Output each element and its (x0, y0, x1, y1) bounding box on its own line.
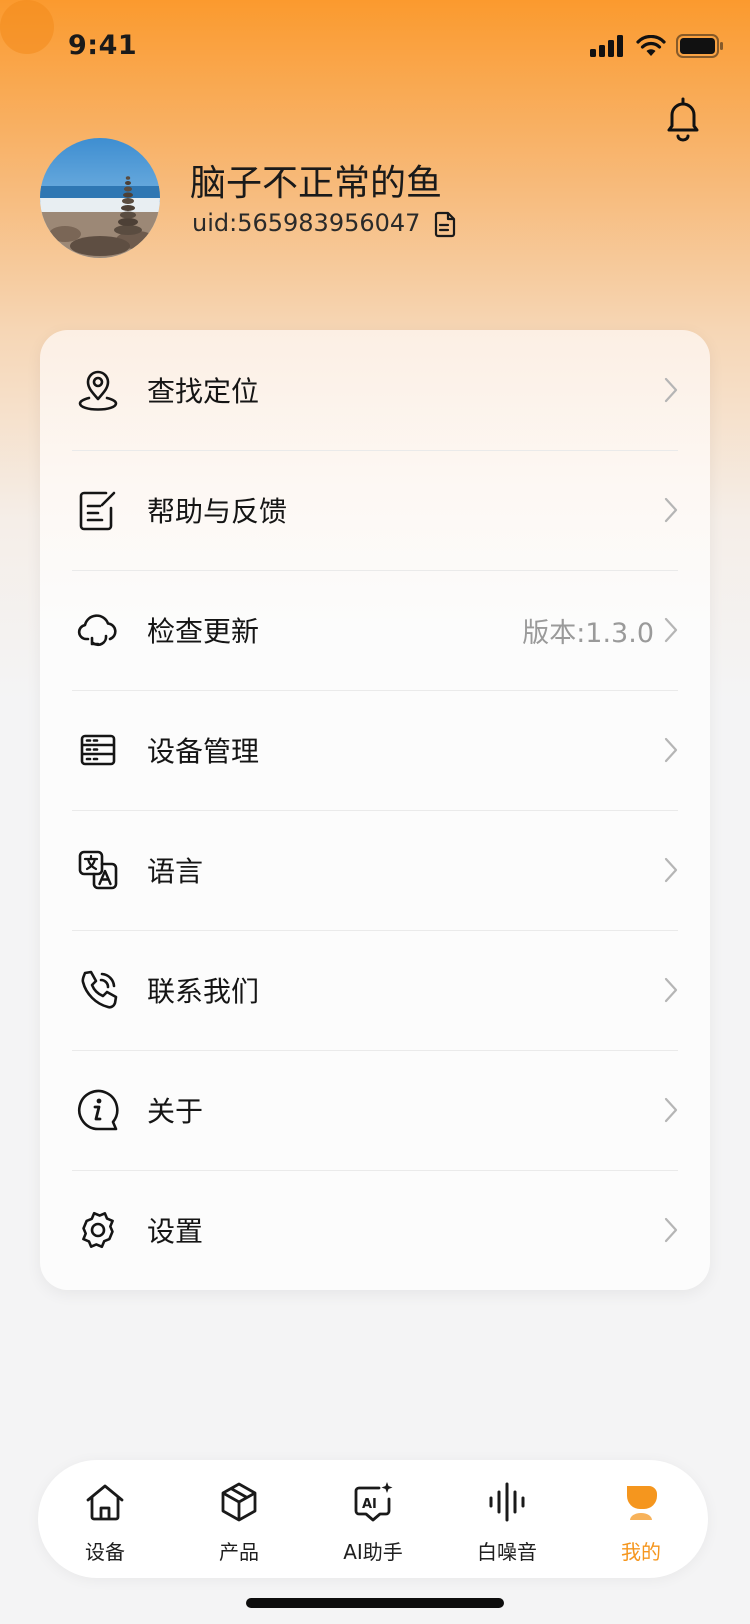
menu-label: 帮助与反馈 (147, 495, 288, 528)
tab-label: 设备 (85, 1540, 125, 1564)
avatar-image (40, 138, 160, 258)
tab-label: AI助手 (343, 1540, 403, 1564)
chevron-right-icon (664, 977, 678, 1003)
signal-icon (590, 35, 623, 57)
menu-item-about[interactable]: 关于 (40, 1050, 710, 1170)
wifi-icon (636, 35, 666, 56)
feedback-note-icon (79, 491, 116, 531)
menu-item-help[interactable]: 帮助与反馈 (40, 450, 710, 570)
menu-item-devices[interactable]: 设备管理 (40, 690, 710, 810)
menu-label: 查找定位 (147, 375, 260, 408)
tab-devices[interactable]: 设备 (38, 1460, 172, 1578)
version-value: 版本:1.3.0 (522, 617, 654, 649)
home-icon (86, 1484, 124, 1521)
avatar[interactable] (40, 138, 160, 258)
home-indicator (246, 1598, 504, 1608)
translate-icon (78, 850, 118, 890)
tab-ai-assistant[interactable]: AI AI助手 (306, 1460, 440, 1578)
menu-item-location[interactable]: 查找定位 (40, 330, 710, 450)
menu-item-update[interactable]: 检查更新 版本:1.3.0 (40, 570, 710, 690)
tab-products[interactable]: 产品 (172, 1460, 306, 1578)
chevron-right-icon (664, 857, 678, 883)
menu-label: 设置 (147, 1215, 204, 1248)
svg-text:AI: AI (362, 1497, 377, 1512)
menu-label: 检查更新 (147, 615, 260, 648)
chevron-right-icon (664, 497, 678, 523)
phone-icon (81, 970, 118, 1009)
tab-label: 白噪音 (477, 1540, 537, 1564)
tab-label: 产品 (219, 1540, 259, 1564)
cloud-refresh-icon (77, 614, 117, 647)
info-icon (78, 1089, 119, 1131)
status-indicators (590, 34, 724, 58)
location-pin-icon (78, 370, 118, 411)
status-time: 9:41 (68, 30, 138, 61)
ai-chat-icon: AI (354, 1482, 393, 1522)
profile-uid: uid:565983956047 (192, 209, 421, 237)
menu-item-settings[interactable]: 设置 (40, 1170, 710, 1290)
tab-label: 我的 (621, 1540, 661, 1564)
device-list-icon (80, 734, 116, 766)
menu-item-contact[interactable]: 联系我们 (40, 930, 710, 1050)
menu-label: 联系我们 (147, 975, 260, 1008)
copy-icon[interactable] (430, 208, 458, 238)
chevron-right-icon (664, 1097, 678, 1123)
menu-label: 关于 (147, 1095, 204, 1128)
menu-label: 语言 (147, 855, 204, 888)
chevron-right-icon (664, 377, 678, 403)
status-decoration (0, 0, 54, 54)
profile-icon (627, 1486, 657, 1520)
notification-bell-icon[interactable] (662, 96, 704, 142)
chevron-right-icon (664, 617, 678, 643)
tab-mine[interactable]: 我的 (574, 1460, 708, 1578)
menu-item-language[interactable]: 语言 (40, 810, 710, 930)
chevron-right-icon (664, 737, 678, 763)
gear-icon (82, 1211, 114, 1249)
tab-white-noise[interactable]: 白噪音 (440, 1460, 574, 1578)
menu-card: 查找定位 帮助与反馈 检查更新 版本:1.3.0 设备管理 语言 联系我们 关于… (40, 330, 710, 1290)
uid-row: uid:565983956047 (192, 208, 458, 238)
chevron-right-icon (664, 1217, 678, 1243)
box-icon (221, 1482, 257, 1522)
profile-name: 脑子不正常的鱼 (190, 163, 443, 204)
menu-label: 设备管理 (147, 735, 260, 768)
bottom-tab-bar: 设备 产品 AI AI助手 白噪音 我的 (38, 1460, 708, 1578)
sound-wave-icon (489, 1482, 525, 1522)
battery-icon (676, 34, 723, 58)
